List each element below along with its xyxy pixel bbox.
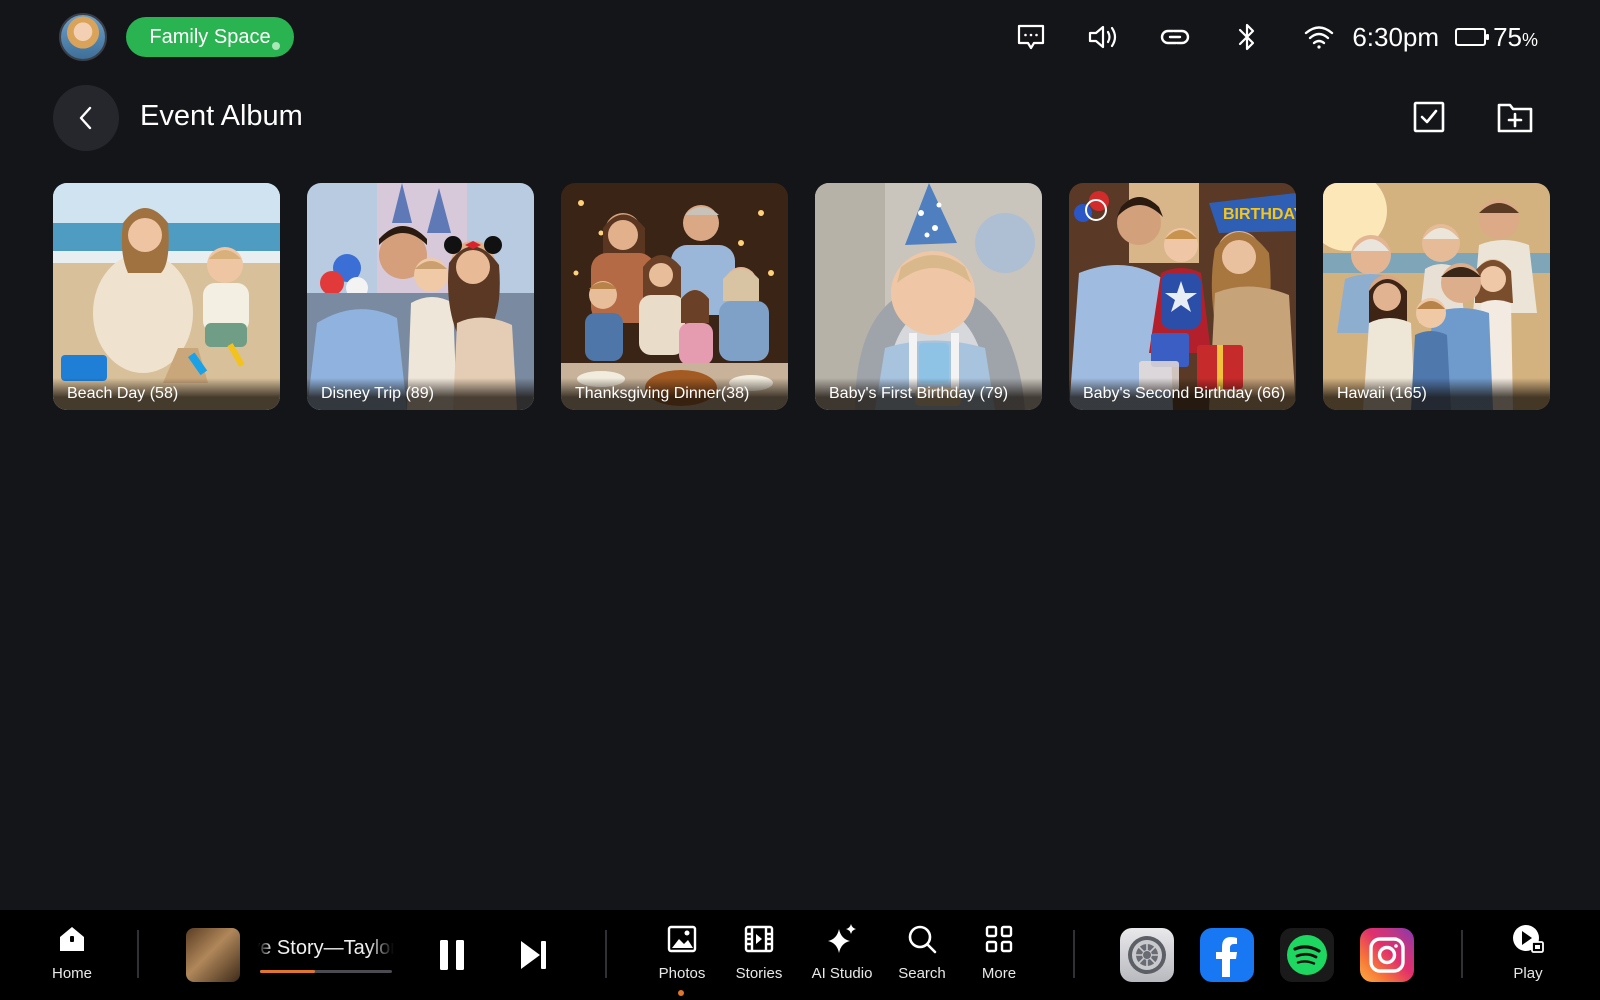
album-card[interactable]: BIRTHDAY Baby's Se (1069, 183, 1296, 410)
dock-ai-studio[interactable]: AI Studio (801, 920, 883, 998)
dock-more[interactable]: More (958, 920, 1040, 998)
settings-app-icon[interactable] (1120, 928, 1174, 982)
family-space-label: Family Space (149, 25, 271, 48)
skip-next-icon (521, 941, 546, 969)
dock-search-label: Search (898, 965, 946, 982)
select-circle[interactable] (1085, 199, 1107, 221)
family-space-button[interactable]: Family Space (126, 17, 294, 57)
pause-button[interactable] (432, 935, 472, 975)
album-cover-image (1323, 183, 1550, 410)
album-card[interactable]: Disney Trip (89) (307, 183, 534, 410)
album-cover-image (307, 183, 534, 410)
active-indicator (678, 990, 684, 996)
now-playing-title[interactable]: Love Story—Taylor Swift (258, 937, 394, 965)
page-title: Event Album (140, 100, 303, 132)
chevron-left-icon (79, 106, 92, 130)
dock-photos-label: Photos (658, 965, 706, 982)
playback-progress-fill (260, 970, 316, 973)
album-art[interactable] (186, 928, 240, 982)
avatar[interactable] (59, 13, 107, 61)
album-cover-image (561, 183, 788, 410)
facebook-app-icon[interactable] (1200, 928, 1254, 982)
link-icon[interactable] (1158, 20, 1192, 54)
dock-stories[interactable]: Stories (718, 920, 800, 998)
dock-photos[interactable]: Photos (641, 920, 723, 998)
dock-search[interactable]: Search (881, 920, 963, 998)
dock-divider (137, 930, 139, 978)
spotify-app-icon[interactable] (1280, 928, 1334, 982)
album-card[interactable]: Thanksgiving Dinner(38) (561, 183, 788, 410)
battery-value: 75 (1493, 21, 1522, 52)
battery-indicator: 75% (1455, 22, 1538, 53)
bluetooth-icon[interactable] (1230, 20, 1264, 54)
photo-icon (665, 922, 699, 956)
dock-divider (1461, 930, 1463, 978)
album-label: Thanksgiving Dinner(38) (561, 378, 788, 410)
album-label: Baby's Second Birthday (66) (1069, 378, 1296, 410)
now-playing-title-text: Love Story—Taylor Swift (258, 937, 394, 959)
back-button[interactable] (53, 85, 119, 151)
clock: 6:30pm (1352, 21, 1440, 52)
dock-play[interactable]: Play (1487, 920, 1569, 998)
grid-icon (982, 922, 1016, 956)
album-label: Hawaii (165) (1323, 378, 1550, 410)
album-grid: Beach Day (58) Disney Trip (89) Thanksgi… (53, 183, 1550, 410)
new-folder-button[interactable] (1497, 99, 1533, 135)
search-icon (905, 922, 939, 956)
album-card[interactable]: Hawaii (165) (1323, 183, 1550, 410)
volume-icon[interactable] (1086, 20, 1120, 54)
dock-stories-label: Stories (735, 965, 783, 982)
film-icon (742, 922, 776, 956)
status-bar: Family Space 6:30pm 75% (0, 0, 1600, 74)
dock-divider (605, 930, 607, 978)
select-checkbox-icon (1413, 101, 1445, 133)
album-label: Beach Day (58) (53, 378, 280, 410)
album-label: Disney Trip (89) (307, 378, 534, 410)
online-dot (272, 42, 280, 50)
svg-text:BIRTHDAY: BIRTHDAY (1223, 206, 1296, 223)
dock-ai-studio-label: AI Studio (811, 965, 873, 982)
new-folder-icon (1497, 103, 1533, 133)
battery-percent: 75% (1493, 22, 1538, 53)
battery-unit: % (1521, 29, 1538, 50)
wifi-icon[interactable] (1302, 20, 1336, 54)
home-icon (55, 922, 89, 956)
message-icon[interactable] (1014, 20, 1048, 54)
status-icons: 6:30pm 75% (1014, 14, 1538, 60)
dock-home-label: Home (51, 965, 92, 982)
album-cover-image (815, 183, 1042, 410)
dock-play-label: Play (1513, 965, 1543, 982)
play-cast-icon (1511, 922, 1545, 956)
dock-home[interactable]: Home (31, 920, 113, 998)
sparkle-icon (825, 922, 859, 956)
dock-more-label: More (981, 965, 1017, 982)
bottom-dock: Home Love Story—Taylor Swift (0, 910, 1600, 1000)
pause-icon (440, 940, 464, 970)
next-track-button[interactable] (513, 935, 553, 975)
album-label: Baby's First Birthday (79) (815, 378, 1042, 410)
instagram-app-icon[interactable] (1360, 928, 1414, 982)
album-card[interactable]: Beach Day (58) (53, 183, 280, 410)
playback-progress[interactable] (260, 970, 392, 973)
album-card[interactable]: Baby's First Birthday (79) (815, 183, 1042, 410)
event-album-screen: Family Space 6:30pm 75% Event Album Beac… (0, 0, 1600, 1000)
album-cover-image (53, 183, 280, 410)
select-button[interactable] (1411, 99, 1447, 135)
dock-divider (1073, 930, 1075, 978)
battery-icon (1455, 28, 1490, 46)
